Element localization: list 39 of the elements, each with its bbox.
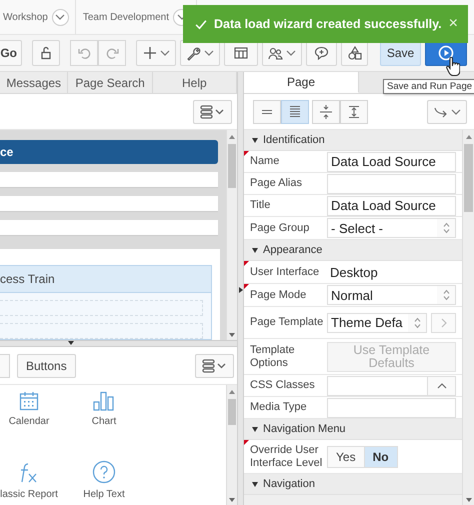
property-label: User Interface (250, 266, 320, 278)
gallery-item-label: lassic Report (0, 489, 58, 500)
property-label: Template Options (250, 344, 296, 370)
group-title: Appearance (263, 244, 322, 256)
gallery-item[interactable]: lassic Report (0, 446, 58, 501)
text-field[interactable]: Data Load Source (327, 152, 456, 172)
gallery-item-label: Calendar (8, 416, 50, 427)
panel-tab[interactable]: Page (244, 72, 359, 93)
region-title: ce (0, 144, 14, 159)
region-header[interactable]: ce (0, 140, 218, 164)
gallery-item[interactable]: Help Text (58, 446, 150, 501)
toggle-option[interactable]: Yes (327, 446, 365, 468)
property-label: Page Alias (250, 177, 303, 190)
gallery-item-label: Chart (92, 416, 116, 427)
property-label: Title (250, 199, 272, 212)
property-label: Media Type (250, 401, 308, 414)
toggle-option[interactable]: No (364, 446, 398, 468)
property-value: Desktop (329, 264, 379, 280)
property-label: Override User Interface Level (250, 444, 324, 470)
gallery-tab[interactable]: Buttons (17, 354, 76, 378)
property-label: Page Mode (250, 288, 308, 302)
gallery-item[interactable]: Chart (58, 391, 150, 446)
go-button[interactable]: Go (0, 40, 22, 66)
nav-tab-label[interactable]: Workshop (3, 12, 48, 22)
property-label: Name (250, 155, 280, 168)
group-title: Navigation (263, 478, 315, 490)
property-label: Page Group (250, 222, 310, 234)
region-title: cess Train (0, 272, 55, 286)
text-field[interactable]: Data Load Source (327, 196, 456, 216)
property-label: Page Template (250, 316, 324, 329)
property-label: CSS Classes (250, 379, 316, 392)
group-title: Navigation Menu (263, 423, 346, 435)
panel-tab[interactable]: Help (152, 72, 237, 93)
gallery-item[interactable]: Calendar (0, 391, 58, 446)
tooltip: Save and Run Page (383, 79, 474, 94)
notification-message: Data load wizard created successfully. (214, 17, 442, 31)
nav-tab-label[interactable]: Team Development (82, 12, 169, 22)
group-title: Identification (263, 134, 325, 146)
gallery-item-label: Help Text (83, 489, 125, 500)
